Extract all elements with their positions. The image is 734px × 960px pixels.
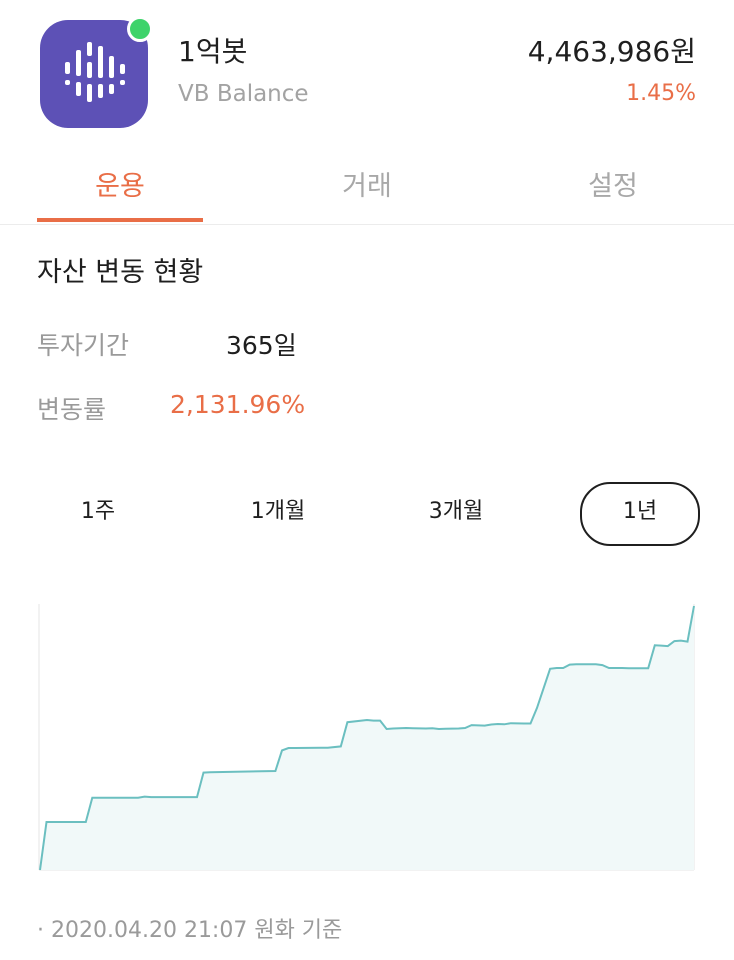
range-1-week-button[interactable]: 1주 — [40, 482, 156, 542]
timestamp-footnote: · 2020.04.20 21:07 원화 기준 — [37, 918, 343, 943]
asset-change-chart — [38, 604, 695, 871]
investment-period-label: 투자기간 — [37, 331, 130, 360]
range-1-year-button[interactable]: 1년 — [580, 482, 700, 546]
range-1-month-button[interactable]: 1개월 — [220, 482, 336, 542]
tab-operation[interactable]: 운용 — [37, 164, 203, 203]
tab-trades[interactable]: 거래 — [284, 164, 450, 203]
tab-bar: 운용 거래 설정 — [0, 150, 734, 225]
bot-change-percent: 1.45% — [626, 81, 696, 106]
active-tab-indicator — [37, 218, 203, 222]
range-3-month-button[interactable]: 3개월 — [398, 482, 514, 542]
bot-name: 1억봇 — [178, 35, 248, 68]
change-rate-label: 변동률 — [37, 395, 107, 424]
investment-period-value: 365일 — [226, 331, 297, 360]
tab-settings[interactable]: 설정 — [530, 164, 696, 203]
change-rate-value: 2,131.96% — [170, 390, 306, 419]
online-status-indicator — [127, 16, 153, 42]
section-title: 자산 변동 현황 — [37, 257, 204, 288]
bot-strategy: VB Balance — [178, 81, 309, 107]
bot-balance: 4,463,986원 — [527, 35, 696, 68]
chart-area-fill — [40, 606, 694, 870]
